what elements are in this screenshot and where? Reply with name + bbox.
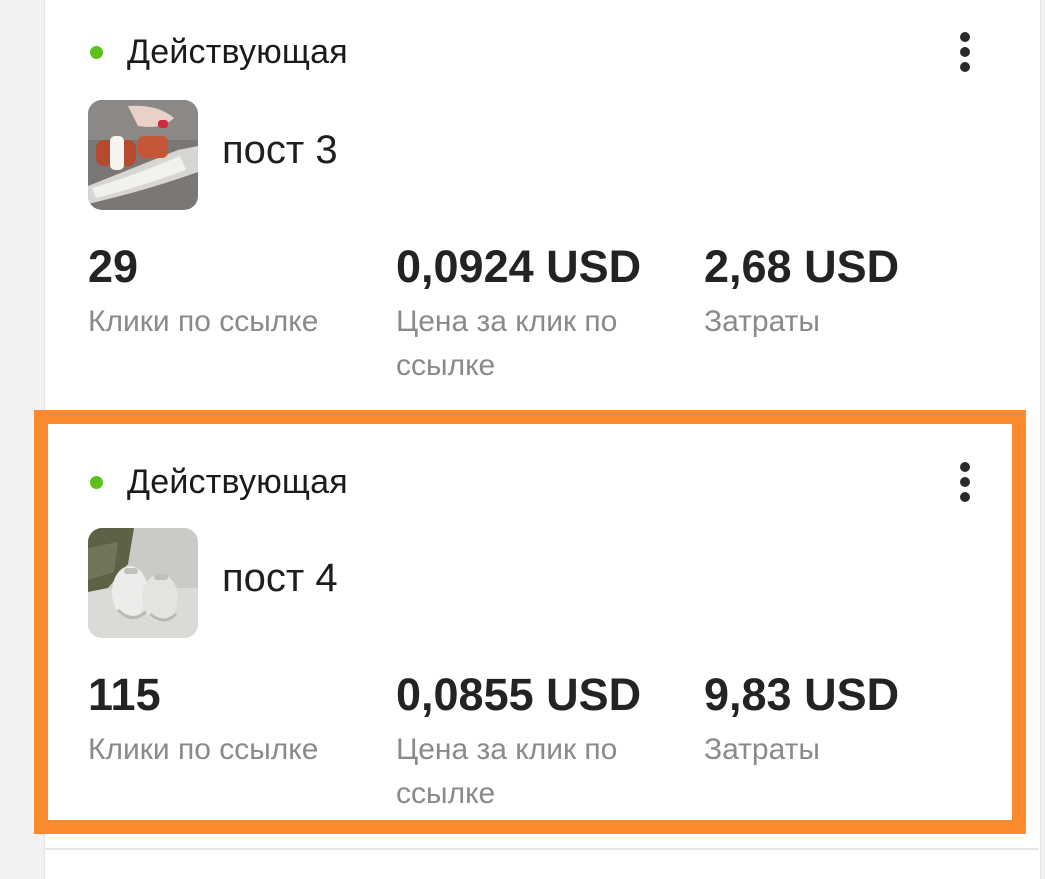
metric-cost-per-click: 0,0855 USD Цена за клик по ссылке [396, 670, 676, 816]
metric-label: Клики по ссылке [88, 733, 319, 766]
metric-value: 9,83 USD [704, 669, 900, 720]
more-options-icon[interactable] [955, 32, 975, 72]
green-dot-icon [90, 475, 103, 489]
metric-value: 0,0924 USD [396, 241, 642, 292]
metric-label: Затраты [704, 305, 820, 338]
metric-label: Клики по ссылке [88, 305, 319, 338]
more-options-icon[interactable] [955, 462, 975, 502]
status-row: Действующая [90, 462, 348, 502]
status-label: Действующая [127, 32, 348, 71]
post-thumbnail [88, 528, 198, 638]
status-row: Действующая [90, 32, 348, 72]
campaign-list: Действующая пост 3 29 Клики по ссылке 0,… [0, 0, 1045, 879]
metric-spend: 9,83 USD Затраты [704, 670, 899, 772]
post-title: пост 3 [222, 128, 338, 172]
metric-label: Цена за клик по ссылке [396, 733, 618, 810]
ad-card-post-3[interactable]: Действующая пост 3 29 Клики по ссылке 0,… [44, 0, 1039, 408]
metric-value: 29 [88, 241, 139, 292]
metric-clicks: 115 Клики по ссылке [88, 670, 318, 772]
green-dot-icon [90, 45, 103, 59]
metric-value: 0,0855 USD [396, 669, 642, 720]
metric-value: 115 [88, 669, 161, 720]
ad-card-post-4[interactable]: Действующая пост 4 115 Клики по ссылке 0… [44, 430, 1039, 835]
post-title: пост 4 [222, 556, 338, 600]
card-divider [44, 848, 1039, 850]
status-label: Действующая [127, 462, 348, 501]
post-thumbnail [88, 100, 198, 210]
metric-value: 2,68 USD [704, 241, 900, 292]
metric-spend: 2,68 USD Затраты [704, 242, 899, 344]
metric-label: Цена за клик по ссылке [396, 305, 618, 382]
metric-cost-per-click: 0,0924 USD Цена за клик по ссылке [396, 242, 676, 388]
metric-label: Затраты [704, 733, 820, 766]
metric-clicks: 29 Клики по ссылке [88, 242, 318, 344]
